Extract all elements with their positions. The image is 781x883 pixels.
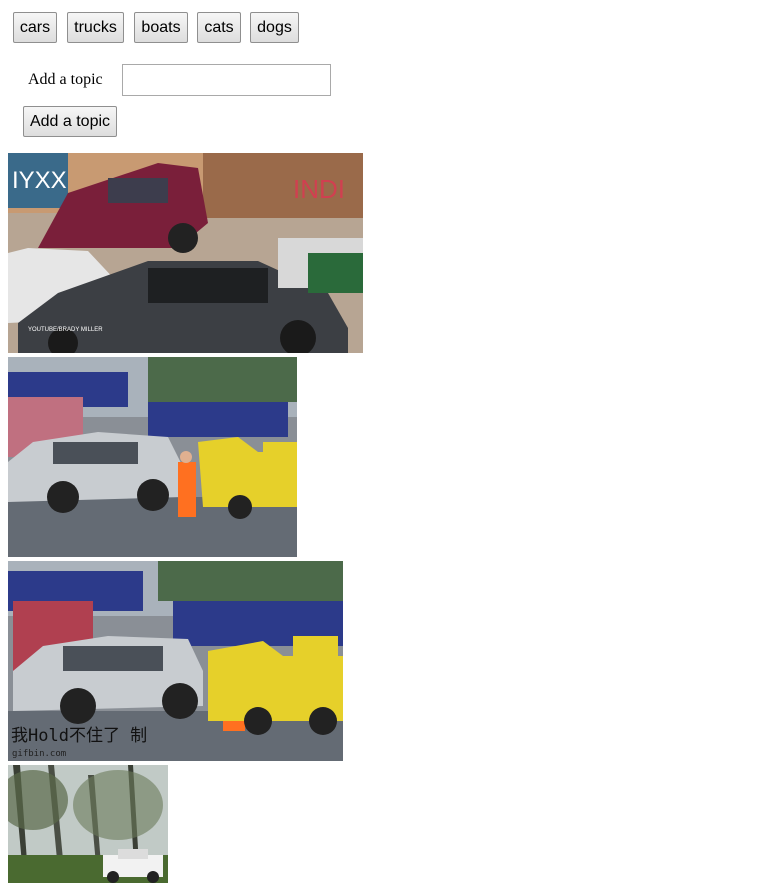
gif-image-cars-parking[interactable]: IYXX INDI YOUTUBE/BRADY MILLER (8, 153, 363, 353)
gif-credit: gifbin.com (12, 749, 66, 759)
gif-image-tow-truck-2[interactable]: 我Hold不住了 制 gifbin.com (8, 561, 343, 761)
gif-image-tow-truck-1[interactable] (8, 357, 297, 557)
topic-button-cats[interactable]: cats (197, 12, 241, 43)
add-topic-label: Add a topic (28, 71, 103, 88)
topic-button-cars[interactable]: cars (13, 12, 57, 43)
topic-button-dogs[interactable]: dogs (250, 12, 299, 43)
svg-text:INDI: INDI (293, 174, 345, 204)
add-topic-button[interactable]: Add a topic (23, 106, 117, 137)
gif-image-forest-jeep[interactable] (8, 765, 168, 883)
svg-text:IYXX: IYXX (12, 167, 67, 194)
topic-button-boats[interactable]: boats (134, 12, 188, 43)
gif-watermark: YOUTUBE/BRADY MILLER (28, 327, 103, 333)
gif-caption: 我Hold不住了 制 (11, 726, 147, 746)
add-topic-input[interactable] (122, 64, 331, 96)
topic-button-trucks[interactable]: trucks (67, 12, 124, 43)
